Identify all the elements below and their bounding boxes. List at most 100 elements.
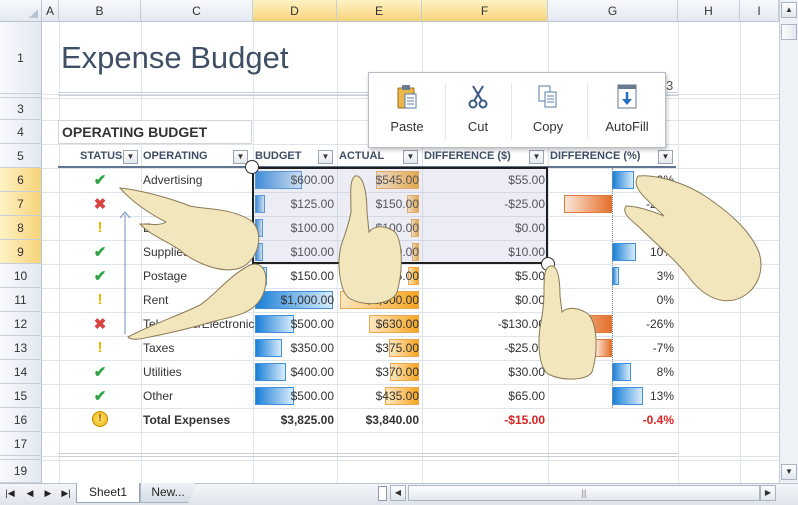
difference-percent-cell[interactable]: -7%	[548, 336, 674, 360]
row-header-12[interactable]: 12	[0, 312, 42, 336]
budget-filter-dropdown[interactable]: ▼	[318, 150, 333, 164]
total-label[interactable]: Total Expenses	[143, 408, 230, 432]
difference-amount-cell[interactable]: $5.00	[422, 264, 545, 288]
actual-cell[interactable]: $145.00	[337, 264, 419, 288]
operating-cell[interactable]: Rent	[143, 288, 168, 312]
scroll-right-button[interactable]: ▶	[760, 485, 776, 501]
difference-amount-cell[interactable]: $0.00	[422, 288, 545, 312]
select-all-corner[interactable]	[0, 0, 42, 22]
row-header-7[interactable]: 7	[0, 192, 42, 216]
budget-cell[interactable]: $1,000.00	[253, 288, 334, 312]
difference-percent-cell[interactable]: 13%	[548, 384, 674, 408]
actual-cell[interactable]: $370.00	[337, 360, 419, 384]
difference-percent-cell[interactable]: 3%	[548, 264, 674, 288]
operating-cell[interactable]: Employees	[143, 216, 202, 240]
budget-cell[interactable]: $500.00	[253, 312, 334, 336]
chevron-down-icon: ▼	[406, 152, 415, 161]
budget-cell[interactable]: $500.00	[253, 384, 334, 408]
selection-range[interactable]	[252, 167, 548, 264]
tab-new-sheet[interactable]: New...	[140, 483, 196, 503]
column-header-b[interactable]: B	[59, 0, 141, 22]
column-header-h[interactable]: H	[678, 0, 740, 22]
column-header-d[interactable]: D	[253, 0, 337, 22]
total-difference-amount[interactable]: -$15.00	[422, 408, 545, 432]
vertical-scroll-thumb[interactable]	[781, 24, 797, 40]
operating-cell[interactable]: Other	[143, 384, 173, 408]
menu-item-paste[interactable]: Paste	[369, 73, 445, 149]
total-budget[interactable]: $3,825.00	[253, 408, 334, 432]
column-header-g[interactable]: G	[548, 0, 678, 22]
budget-cell[interactable]: $150.00	[253, 264, 334, 288]
column-header-e[interactable]: E	[337, 0, 422, 22]
actual-cell[interactable]: $435.00	[337, 384, 419, 408]
operating-cell[interactable]: Debts	[143, 192, 174, 216]
row-header-9[interactable]: 9	[0, 240, 42, 264]
next-sheet-button[interactable]: ▶	[42, 487, 54, 499]
menu-item-autofill[interactable]: AutoFill	[587, 73, 667, 149]
spreadsheet-app: A B C D E F G H I 1 3 4 5 6 7 8 9 10 11 …	[0, 0, 798, 505]
row-header-14[interactable]: 14	[0, 360, 42, 384]
tab-split-handle[interactable]	[378, 486, 387, 501]
difference-percent-cell[interactable]: 0%	[548, 288, 674, 312]
row-header-15[interactable]: 15	[0, 384, 42, 408]
column-header-c[interactable]: C	[141, 0, 253, 22]
operating-cell[interactable]: Postage	[143, 264, 187, 288]
status-filter-dropdown[interactable]: ▼	[123, 150, 138, 164]
selection-end-handle[interactable]	[541, 257, 555, 271]
difference-percent-cell[interactable]: 0%	[548, 216, 674, 240]
last-sheet-button[interactable]: ▶|	[60, 487, 72, 499]
difference-amount-cell[interactable]: -$130.00	[422, 312, 545, 336]
row-header-3[interactable]: 3	[0, 98, 42, 120]
operating-cell[interactable]: Telephone/Electronics	[143, 312, 260, 336]
difference-percent-cell[interactable]: 8%	[548, 360, 674, 384]
first-sheet-button[interactable]: |◀	[4, 487, 16, 499]
horizontal-scroll-thumb[interactable]: ||	[408, 485, 760, 501]
actual-cell[interactable]: $630.00	[337, 312, 419, 336]
column-header-i[interactable]: I	[740, 0, 779, 22]
budget-cell[interactable]: $350.00	[253, 336, 334, 360]
actual-filter-dropdown[interactable]: ▼	[403, 150, 418, 164]
menu-item-copy[interactable]: Copy	[511, 73, 585, 149]
total-difference-percent[interactable]: -0.4%	[548, 408, 674, 432]
difference-amount-cell[interactable]: $65.00	[422, 384, 545, 408]
row-header-16[interactable]: 16	[0, 408, 42, 432]
difference-amount-cell[interactable]: -$25.00	[422, 336, 545, 360]
column-header-a[interactable]: A	[42, 0, 59, 22]
difference-amount-cell[interactable]: $30.00	[422, 360, 545, 384]
selection-start-handle[interactable]	[245, 160, 259, 174]
actual-cell[interactable]: $1,000.00	[337, 288, 419, 312]
row-header-10[interactable]: 10	[0, 264, 42, 288]
difference-amount-filter-dropdown[interactable]: ▼	[529, 150, 544, 164]
row-header-6[interactable]: 6	[0, 168, 42, 192]
x-mark-icon: ✖	[93, 196, 107, 213]
menu-item-cut[interactable]: Cut	[445, 73, 511, 149]
operating-cell[interactable]: Taxes	[143, 336, 174, 360]
row-header-4[interactable]: 4	[0, 120, 42, 144]
row-header-19[interactable]: 19	[0, 460, 42, 483]
difference-percent-cell[interactable]: 10%	[548, 240, 674, 264]
scissors-icon	[466, 83, 490, 111]
row-header-17[interactable]: 17	[0, 432, 42, 456]
difference-percent-cell[interactable]: 9%	[548, 168, 674, 192]
scroll-left-button[interactable]: ◀	[390, 485, 406, 501]
vertical-scrollbar[interactable]: ▲ ▼	[779, 0, 798, 483]
row-header-8[interactable]: 8	[0, 216, 42, 240]
row-header-5[interactable]: 5	[0, 144, 42, 168]
budget-cell[interactable]: $400.00	[253, 360, 334, 384]
tab-sheet1[interactable]: Sheet1	[76, 483, 140, 503]
scroll-down-button[interactable]: ▼	[781, 464, 797, 480]
column-header-f[interactable]: F	[422, 0, 548, 22]
difference-percent-cell[interactable]: -26%	[548, 312, 674, 336]
operating-cell[interactable]: Supplies	[143, 240, 189, 264]
operating-cell[interactable]: Advertising	[143, 168, 202, 192]
difference-percent-cell[interactable]: -20%	[548, 192, 674, 216]
row-header-13[interactable]: 13	[0, 336, 42, 360]
previous-sheet-button[interactable]: ◀	[24, 487, 36, 499]
total-actual[interactable]: $3,840.00	[337, 408, 419, 432]
scroll-up-button[interactable]: ▲	[781, 2, 797, 18]
operating-cell[interactable]: Utilities	[143, 360, 182, 384]
actual-cell[interactable]: $375.00	[337, 336, 419, 360]
difference-percent-filter-dropdown[interactable]: ▼	[658, 150, 673, 164]
row-header-11[interactable]: 11	[0, 288, 42, 312]
row-header-1[interactable]: 1	[0, 22, 42, 94]
